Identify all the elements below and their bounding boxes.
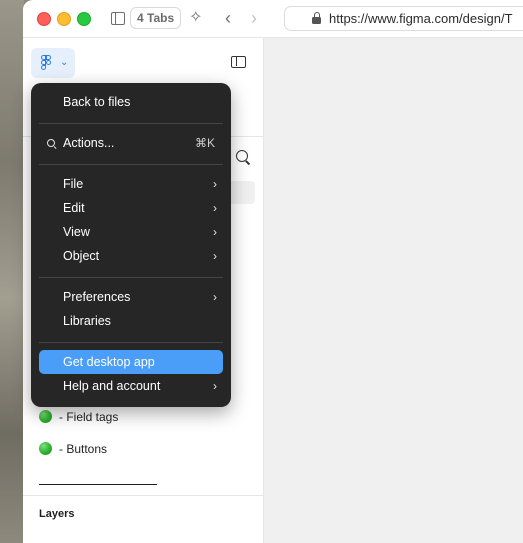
chevron-right-icon: › bbox=[213, 379, 217, 393]
design-canvas[interactable] bbox=[264, 38, 523, 543]
menu-separator bbox=[39, 277, 223, 278]
green-circle-icon bbox=[39, 410, 52, 423]
menu-item-get-desktop-app[interactable]: Get desktop app bbox=[39, 350, 223, 374]
lock-icon bbox=[312, 12, 321, 24]
back-icon[interactable]: ‹ bbox=[225, 7, 231, 29]
browser-sidebar-toggle-icon[interactable] bbox=[111, 12, 125, 25]
figma-main-menu-button[interactable]: ⌄ bbox=[31, 48, 75, 78]
menu-item-label: Get desktop app bbox=[63, 355, 155, 369]
search-icon[interactable] bbox=[236, 150, 248, 162]
menu-item-actions[interactable]: Actions... ⌘K bbox=[39, 131, 223, 155]
panel-toggle-icon[interactable] bbox=[231, 56, 246, 68]
menu-item-label: Help and account bbox=[63, 379, 161, 393]
menu-separator bbox=[39, 123, 223, 124]
menu-item-edit[interactable]: Edit › bbox=[39, 196, 223, 220]
chevron-right-icon: › bbox=[213, 249, 217, 263]
tab-overview-button[interactable]: 4 Tabs bbox=[130, 7, 182, 29]
search-icon bbox=[47, 139, 55, 147]
forward-icon[interactable]: › bbox=[251, 7, 257, 29]
chevron-right-icon: › bbox=[213, 225, 217, 239]
menu-item-label: File bbox=[63, 177, 84, 191]
layers-heading: Layers bbox=[39, 508, 75, 520]
chevron-right-icon: › bbox=[213, 177, 217, 191]
menu-item-libraries[interactable]: Libraries bbox=[39, 309, 223, 333]
page-item-label: - Buttons bbox=[59, 442, 108, 456]
page-item-buttons[interactable]: - Buttons bbox=[39, 439, 107, 459]
url-text: https://www.figma.com/design/T bbox=[329, 11, 513, 26]
page-item-field-tags[interactable]: - Field tags bbox=[39, 407, 118, 427]
menu-item-help-and-account[interactable]: Help and account › bbox=[39, 374, 223, 398]
menu-item-label: View bbox=[63, 225, 90, 239]
menu-item-label: Actions... bbox=[63, 136, 115, 150]
zoom-window-button[interactable] bbox=[77, 12, 91, 26]
main-menu-dropdown: Back to files Actions... ⌘K File › Edit … bbox=[31, 83, 231, 407]
browser-toolbar: 4 Tabs ✧ ‹ › https://www.figma.com/desig… bbox=[23, 0, 523, 38]
menu-separator bbox=[39, 342, 223, 343]
chevron-right-icon: › bbox=[213, 290, 217, 304]
figma-logo-icon bbox=[41, 55, 53, 71]
menu-item-shortcut: ⌘K bbox=[194, 136, 215, 150]
menu-item-preferences[interactable]: Preferences › bbox=[39, 285, 223, 309]
menu-item-label: Edit bbox=[63, 201, 85, 215]
chevron-right-icon: › bbox=[213, 201, 217, 215]
page-separator-line bbox=[39, 484, 157, 485]
menu-item-file[interactable]: File › bbox=[39, 172, 223, 196]
close-window-button[interactable] bbox=[37, 12, 51, 26]
panel-divider bbox=[23, 495, 263, 496]
address-bar[interactable]: https://www.figma.com/design/T bbox=[284, 6, 523, 31]
menu-item-label: Object bbox=[63, 249, 100, 263]
page-item-label: - Field tags bbox=[59, 410, 119, 424]
minimize-window-button[interactable] bbox=[57, 12, 71, 26]
green-circle-icon bbox=[39, 442, 52, 455]
menu-item-label: Libraries bbox=[63, 314, 111, 328]
menu-item-label: Preferences bbox=[63, 290, 131, 304]
desktop-wallpaper bbox=[0, 0, 24, 543]
chevron-down-icon: ⌄ bbox=[60, 57, 69, 68]
menu-item-label: Back to files bbox=[63, 95, 131, 109]
menu-item-view[interactable]: View › bbox=[39, 220, 223, 244]
menu-separator bbox=[39, 164, 223, 165]
sparkle-icon[interactable]: ✧ bbox=[189, 7, 202, 29]
menu-item-back-to-files[interactable]: Back to files bbox=[39, 90, 223, 114]
menu-item-object[interactable]: Object › bbox=[39, 244, 223, 268]
